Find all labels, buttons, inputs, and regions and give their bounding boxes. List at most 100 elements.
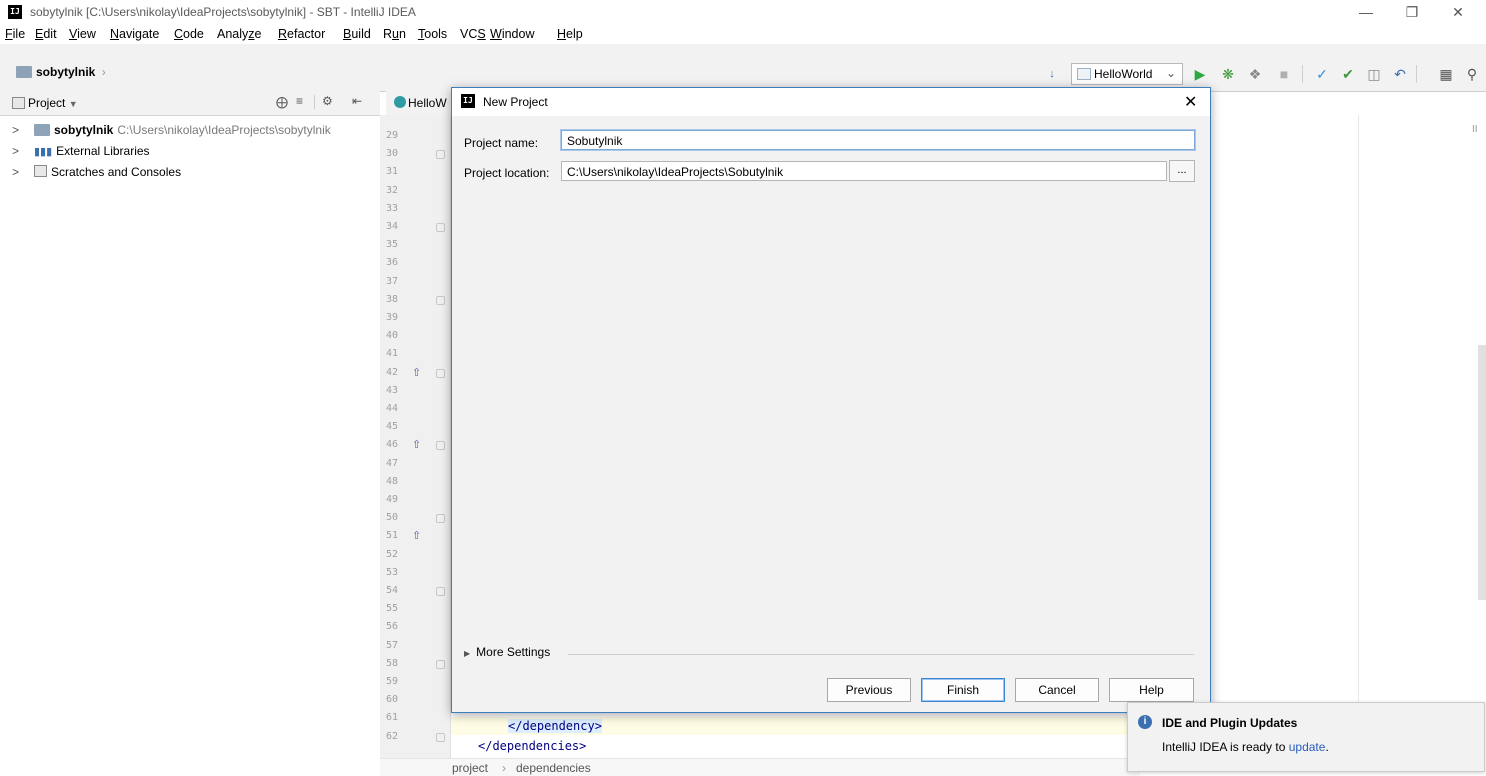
- code-line-61[interactable]: </dependency>: [508, 719, 602, 733]
- expand-triangle-icon: ▶: [464, 649, 471, 658]
- editor-tab-helloworld[interactable]: HelloW: [386, 91, 456, 115]
- fold-marker-icon[interactable]: [436, 223, 445, 232]
- run-icon[interactable]: ▶: [1192, 66, 1208, 82]
- breadcrumb-item-project[interactable]: project: [452, 761, 488, 775]
- fold-marker-icon[interactable]: [436, 441, 445, 451]
- coverage-icon[interactable]: ❖: [1247, 66, 1263, 82]
- debug-icon[interactable]: ❋: [1220, 66, 1236, 82]
- menu-mnemonic: R: [278, 27, 288, 41]
- browse-button[interactable]: ...: [1169, 160, 1195, 182]
- menu-item[interactable]: Run: [383, 27, 406, 41]
- menu-item[interactable]: Refactor: [278, 27, 325, 41]
- fold-marker-icon[interactable]: [436, 295, 445, 305]
- tree-label: External Libraries: [56, 144, 150, 158]
- nav-breadcrumb-project[interactable]: sobytylnik ›: [16, 65, 106, 79]
- line-number: 47: [386, 457, 399, 469]
- collapse-all-icon[interactable]: ≡: [296, 94, 303, 108]
- tree-row-project[interactable]: > sobytylnik C:\Users\nikolay\IdeaProject…: [0, 120, 380, 140]
- intellij-logo-icon: IJ: [461, 94, 475, 108]
- line-number: 30: [386, 148, 399, 160]
- chevron-right-icon[interactable]: >: [12, 165, 19, 179]
- vcs-history-icon[interactable]: ◫: [1366, 66, 1382, 82]
- new-project-dialog: IJ New Project ✕ Project name: Sobutylni…: [451, 87, 1211, 713]
- window-title: sobytylnik [C:\Users\nikolay\IdeaProject…: [30, 5, 416, 19]
- project-location-input[interactable]: C:\Users\nikolay\IdeaProjects\Sobutylnik: [561, 161, 1167, 181]
- menu-item[interactable]: Tools: [418, 27, 447, 41]
- fold-marker-icon[interactable]: [436, 659, 445, 669]
- menu-text: n: [398, 27, 406, 41]
- folder-icon: [16, 66, 32, 78]
- editor-scrollbar[interactable]: [1478, 345, 1486, 600]
- breadcrumb-item-dependencies[interactable]: dependencies: [516, 761, 591, 775]
- fold-marker-icon[interactable]: [436, 150, 445, 160]
- code-text: </dependency>: [508, 719, 602, 733]
- locate-file-icon[interactable]: ⨁: [276, 95, 288, 109]
- dialog-title-bar: IJ New Project ✕: [452, 88, 1210, 116]
- tree-row-external-libraries[interactable]: > ▮▮▮ External Libraries: [0, 141, 380, 161]
- cancel-button[interactable]: Cancel: [1015, 678, 1099, 702]
- update-link[interactable]: update: [1289, 740, 1326, 754]
- menu-text: e: [254, 27, 262, 41]
- line-number: 46: [386, 439, 399, 451]
- close-window-icon[interactable]: ✕: [1448, 4, 1468, 20]
- menu-item[interactable]: Analyze: [217, 27, 261, 41]
- line-number: 60: [386, 694, 399, 706]
- finish-button[interactable]: Finish: [921, 678, 1005, 702]
- tree-row-scratches[interactable]: > Scratches and Consoles: [0, 162, 380, 182]
- menu-mnemonic: V: [69, 27, 78, 41]
- project-view-selector[interactable]: Project ▼: [28, 96, 78, 110]
- fold-marker-icon[interactable]: [436, 514, 445, 524]
- fold-marker-icon[interactable]: [436, 587, 445, 596]
- title-bar: IJ sobytylnik [C:\Users\nikolay\IdeaProj…: [0, 0, 1486, 24]
- line-number: 37: [386, 275, 399, 287]
- line-number: 29: [386, 130, 399, 141]
- dropdown-arrow-icon: ▼: [68, 99, 78, 109]
- overrides-icon[interactable]: ⇧: [412, 438, 422, 451]
- fold-marker-icon[interactable]: [436, 368, 445, 378]
- minimize-icon[interactable]: —: [1356, 4, 1376, 20]
- editor-tab-label: HelloW: [408, 96, 447, 110]
- menu-item[interactable]: VCS: [460, 27, 486, 41]
- more-settings-toggle[interactable]: ▶ More Settings: [464, 645, 550, 659]
- project-structure-icon[interactable]: ▦: [1438, 66, 1454, 82]
- restore-icon[interactable]: ❐: [1402, 4, 1422, 20]
- menu-item[interactable]: File: [5, 27, 25, 41]
- line-number: 43: [386, 384, 399, 396]
- inspection-indicator-icon: II: [1472, 124, 1478, 135]
- stop-icon[interactable]: ■: [1276, 66, 1292, 82]
- project-view-label: Project: [28, 96, 66, 110]
- menu-text: dit: [43, 27, 57, 41]
- chevron-right-icon[interactable]: >: [12, 144, 19, 158]
- hide-panel-icon[interactable]: ⇤: [352, 94, 362, 108]
- libraries-icon: ▮▮▮: [34, 146, 53, 158]
- gear-icon[interactable]: ⚙: [322, 94, 333, 108]
- menu-item[interactable]: Code: [174, 27, 204, 41]
- fold-marker-icon[interactable]: [436, 732, 445, 742]
- menu-item[interactable]: Edit: [35, 27, 57, 41]
- chevron-down-icon: ⌄: [1166, 66, 1177, 80]
- search-everywhere-icon[interactable]: ⚲: [1464, 66, 1480, 82]
- tree-label: sobytylnik: [54, 123, 114, 137]
- menu-mnemonic: H: [557, 27, 567, 41]
- help-button[interactable]: Help: [1109, 678, 1194, 702]
- notification-message: IntelliJ IDEA is ready to update.: [1162, 740, 1329, 754]
- vcs-commit-icon[interactable]: ✔: [1340, 66, 1356, 82]
- line-number: 48: [386, 475, 399, 487]
- build-icon[interactable]: ↓: [1044, 66, 1060, 82]
- project-name-input[interactable]: Sobutylnik: [561, 130, 1195, 150]
- line-number: 59: [386, 676, 399, 687]
- vcs-update-icon[interactable]: ✓: [1314, 66, 1330, 82]
- menu-item[interactable]: Window: [490, 27, 534, 41]
- overrides-icon[interactable]: ⇧: [412, 366, 422, 379]
- revert-icon[interactable]: ↶: [1392, 66, 1408, 82]
- menu-item[interactable]: Build: [343, 27, 371, 41]
- overrides-icon[interactable]: ⇧: [412, 529, 422, 542]
- chevron-right-icon[interactable]: >: [12, 123, 19, 137]
- run-configuration-select[interactable]: HelloWorld ⌄: [1071, 63, 1183, 85]
- menu-item[interactable]: Help: [557, 27, 583, 41]
- previous-button[interactable]: Previous: [827, 678, 911, 702]
- menu-item[interactable]: View: [69, 27, 96, 41]
- code-line-62[interactable]: </dependencies>: [478, 739, 586, 753]
- menu-item[interactable]: Navigate: [110, 27, 159, 41]
- close-icon[interactable]: ✕: [1184, 92, 1197, 112]
